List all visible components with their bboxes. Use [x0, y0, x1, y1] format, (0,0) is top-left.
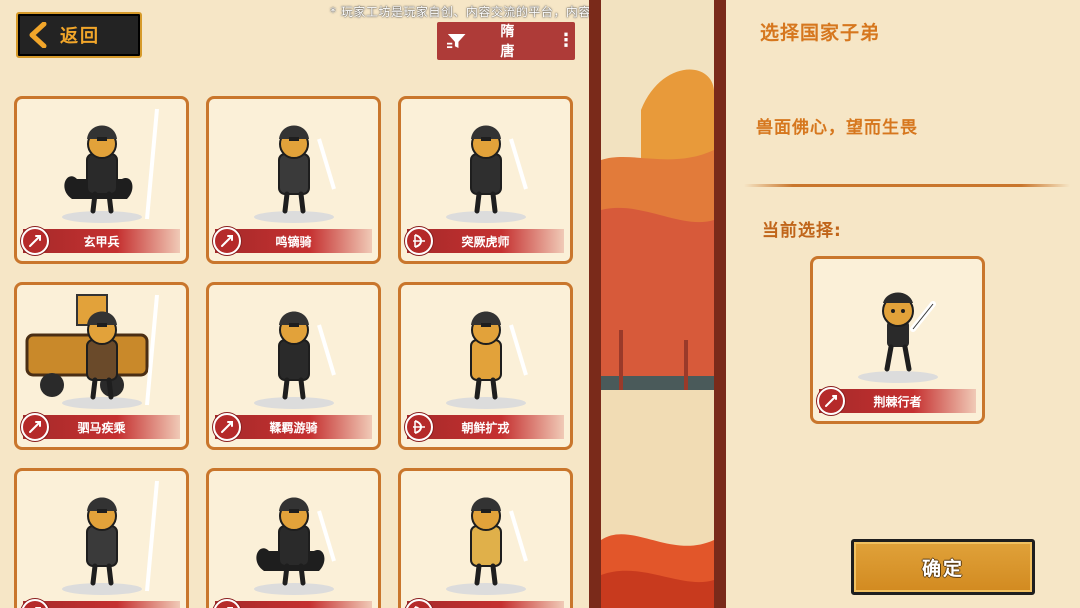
spear-emblem-icon: [21, 227, 49, 255]
unit-name: 鸣镝骑: [275, 234, 312, 249]
unit-name: 驷马疾乘: [77, 420, 126, 435]
panel-divider-left: [589, 0, 601, 608]
sword-emblem-icon: [817, 387, 845, 415]
unit-portrait: [256, 497, 336, 586]
spear-emblem-icon: [213, 227, 241, 255]
unit-name: 突厥虎师: [461, 234, 510, 249]
confirm-button[interactable]: 确定: [851, 539, 1035, 595]
section-divider: [744, 184, 1070, 187]
back-button-label: 返回: [60, 26, 100, 47]
filter-icon: [447, 33, 466, 49]
unit-portrait: [470, 497, 528, 586]
back-arrow-icon: [29, 22, 47, 48]
background-scene: [601, 0, 714, 608]
selected-unit-card[interactable]: 荆棘行者: [810, 256, 985, 424]
more-options-icon[interactable]: ⋮: [557, 32, 575, 50]
unit-name: 朝鲜扩戎: [461, 420, 510, 435]
spear-emblem-icon: [213, 413, 241, 441]
era-filter-button[interactable]: 隋唐 ⋮: [437, 22, 575, 60]
unit-grid: 玄甲兵 鸣镝骑 突厥虎师驷马疾乘 鞣羁游骑 朝鲜扩戎: [14, 96, 574, 608]
unit-portrait: [470, 125, 528, 214]
unit-portrait: [278, 311, 336, 400]
panel-title: 选择国家子弟: [760, 22, 881, 44]
unit-card[interactable]: [206, 468, 381, 608]
unit-card[interactable]: 鞣羁游骑: [206, 282, 381, 450]
selected-unit-name: 荆棘行者: [873, 394, 922, 409]
current-selection-label: 当前选择:: [762, 221, 842, 241]
unit-card[interactable]: 玄甲兵: [14, 96, 189, 264]
panel-divider-right: [714, 0, 726, 608]
selected-unit-portrait: [882, 292, 936, 372]
unit-portrait: [25, 294, 159, 406]
bow-emblem-icon: [405, 227, 433, 255]
unit-portrait: [470, 311, 528, 400]
bow-emblem-icon: [405, 413, 433, 441]
unit-portrait: [278, 125, 336, 214]
unit-portrait: [86, 480, 159, 592]
unit-motto: 兽面佛心，望而生畏: [756, 118, 918, 138]
unit-card[interactable]: [14, 468, 189, 608]
unit-portrait: [64, 108, 159, 220]
unit-card[interactable]: 突厥虎师: [398, 96, 573, 264]
spear-emblem-icon: [21, 413, 49, 441]
unit-card[interactable]: [398, 468, 573, 608]
unit-card[interactable]: 鸣镝骑: [206, 96, 381, 264]
unit-name: 鞣羁游骑: [269, 420, 318, 435]
confirm-button-label: 确定: [921, 557, 964, 580]
unit-card[interactable]: 驷马疾乘: [14, 282, 189, 450]
unit-card[interactable]: 朝鲜扩戎: [398, 282, 573, 450]
era-filter-label: 隋唐: [500, 24, 515, 60]
back-button[interactable]: 返回: [16, 12, 142, 58]
unit-name: 玄甲兵: [83, 234, 120, 249]
